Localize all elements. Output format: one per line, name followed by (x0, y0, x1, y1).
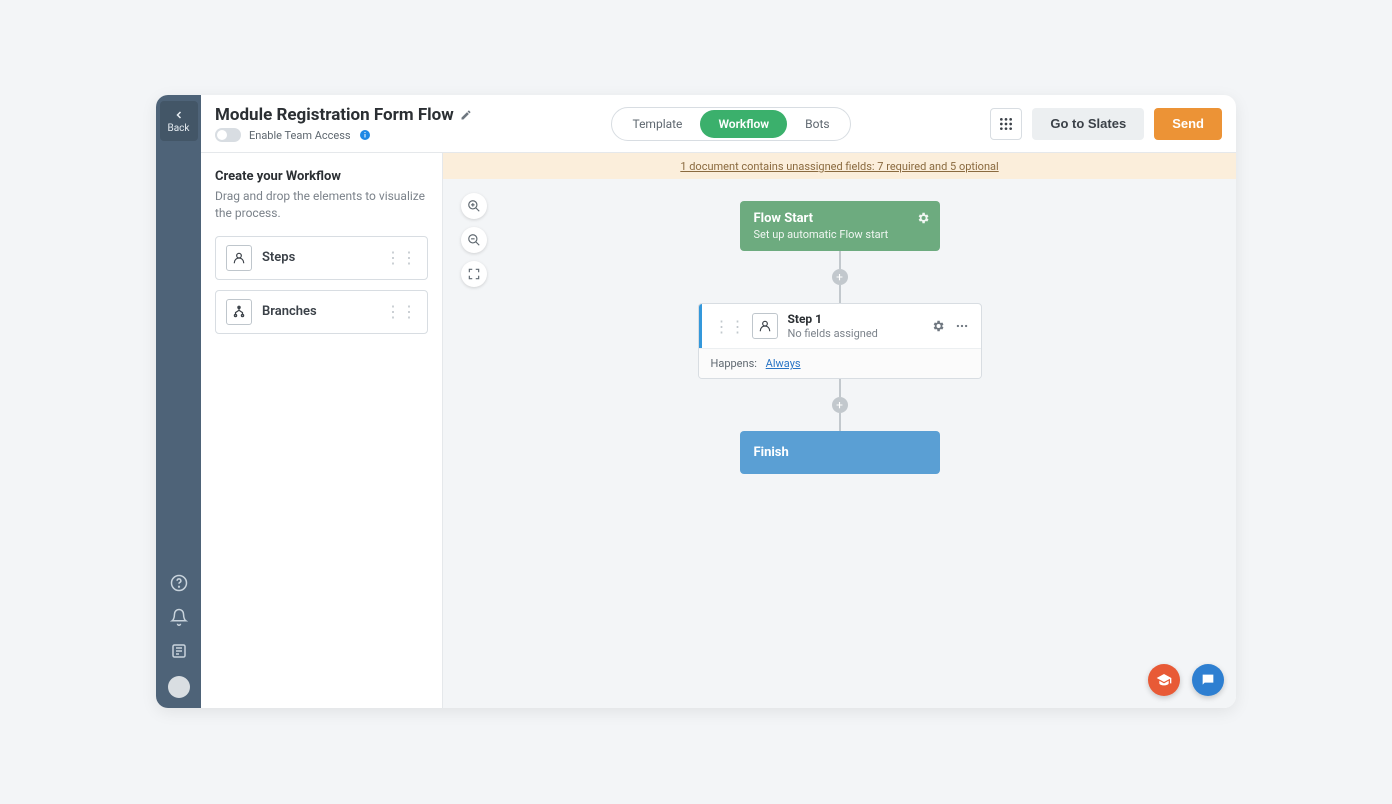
drag-item-label: Steps (262, 250, 385, 265)
tab-workflow[interactable]: Workflow (700, 110, 787, 138)
connector (839, 413, 841, 431)
person-icon (752, 313, 778, 339)
help-icon[interactable] (170, 574, 188, 592)
drag-item-branches[interactable]: Branches ⋮⋮ (215, 290, 428, 334)
page-title: Module Registration Form Flow (215, 105, 454, 125)
gear-icon[interactable] (916, 211, 930, 225)
step-condition: Happens: Always (699, 348, 981, 378)
notice-link[interactable]: 1 document contains unassigned fields: 7… (680, 160, 998, 173)
sidepanel: Create your Workflow Drag and drop the e… (201, 153, 443, 708)
happens-value-link[interactable]: Always (766, 357, 801, 370)
avatar[interactable] (168, 676, 190, 698)
info-icon[interactable] (359, 129, 371, 141)
flow-start-node[interactable]: Flow Start Set up automatic Flow start (740, 201, 940, 251)
go-to-slates-button[interactable]: Go to Slates (1032, 108, 1144, 140)
send-button[interactable]: Send (1154, 108, 1222, 140)
finish-label: Finish (754, 445, 789, 460)
tab-template[interactable]: Template (614, 110, 700, 138)
add-step-button[interactable]: + (832, 269, 848, 285)
apps-button[interactable] (990, 108, 1022, 140)
flow-start-title: Flow Start (754, 211, 926, 226)
newspaper-icon[interactable] (170, 642, 188, 660)
step-subtitle: No fields assigned (788, 327, 931, 340)
team-access-toggle[interactable] (215, 128, 241, 142)
more-icon[interactable] (955, 319, 969, 333)
graduation-cap-icon (1156, 672, 1172, 688)
chevron-left-icon (173, 109, 185, 121)
connector (839, 379, 841, 397)
drag-item-steps[interactable]: Steps ⋮⋮ (215, 236, 428, 280)
academy-button[interactable] (1148, 664, 1180, 696)
flow-start-subtitle: Set up automatic Flow start (754, 228, 926, 241)
add-step-button[interactable]: + (832, 397, 848, 413)
back-button[interactable]: Back (160, 101, 198, 141)
bell-icon[interactable] (170, 608, 188, 626)
step-title: Step 1 (788, 312, 931, 326)
gear-icon[interactable] (931, 319, 945, 333)
topbar: Module Registration Form Flow Enable Tea… (201, 95, 1236, 153)
workflow-canvas: 1 document contains unassigned fields: 7… (443, 153, 1236, 708)
connector (839, 285, 841, 303)
branch-icon (226, 299, 252, 325)
sidepanel-title: Create your Workflow (215, 169, 428, 184)
drag-item-label: Branches (262, 304, 385, 319)
finish-node[interactable]: Finish (740, 431, 940, 474)
happens-label: Happens: (711, 357, 757, 370)
drag-handle-icon: ⋮⋮ (385, 302, 417, 321)
chat-button[interactable] (1192, 664, 1224, 696)
person-icon (226, 245, 252, 271)
tab-group: Template Workflow Bots (611, 107, 850, 141)
drag-handle-icon[interactable]: ⋮⋮ (714, 317, 746, 336)
connector (839, 251, 841, 269)
tab-bots[interactable]: Bots (787, 110, 847, 138)
pencil-icon[interactable] (460, 109, 472, 121)
notice-bar: 1 document contains unassigned fields: 7… (443, 153, 1236, 179)
grid-icon (998, 116, 1014, 132)
left-rail: Back (156, 95, 201, 708)
back-label: Back (168, 123, 190, 134)
drag-handle-icon: ⋮⋮ (385, 248, 417, 267)
chat-icon (1200, 672, 1216, 688)
sidepanel-desc: Drag and drop the elements to visualize … (215, 188, 428, 222)
team-access-label: Enable Team Access (249, 129, 351, 142)
step-node[interactable]: ⋮⋮ Step 1 No fields assigned (698, 303, 982, 379)
